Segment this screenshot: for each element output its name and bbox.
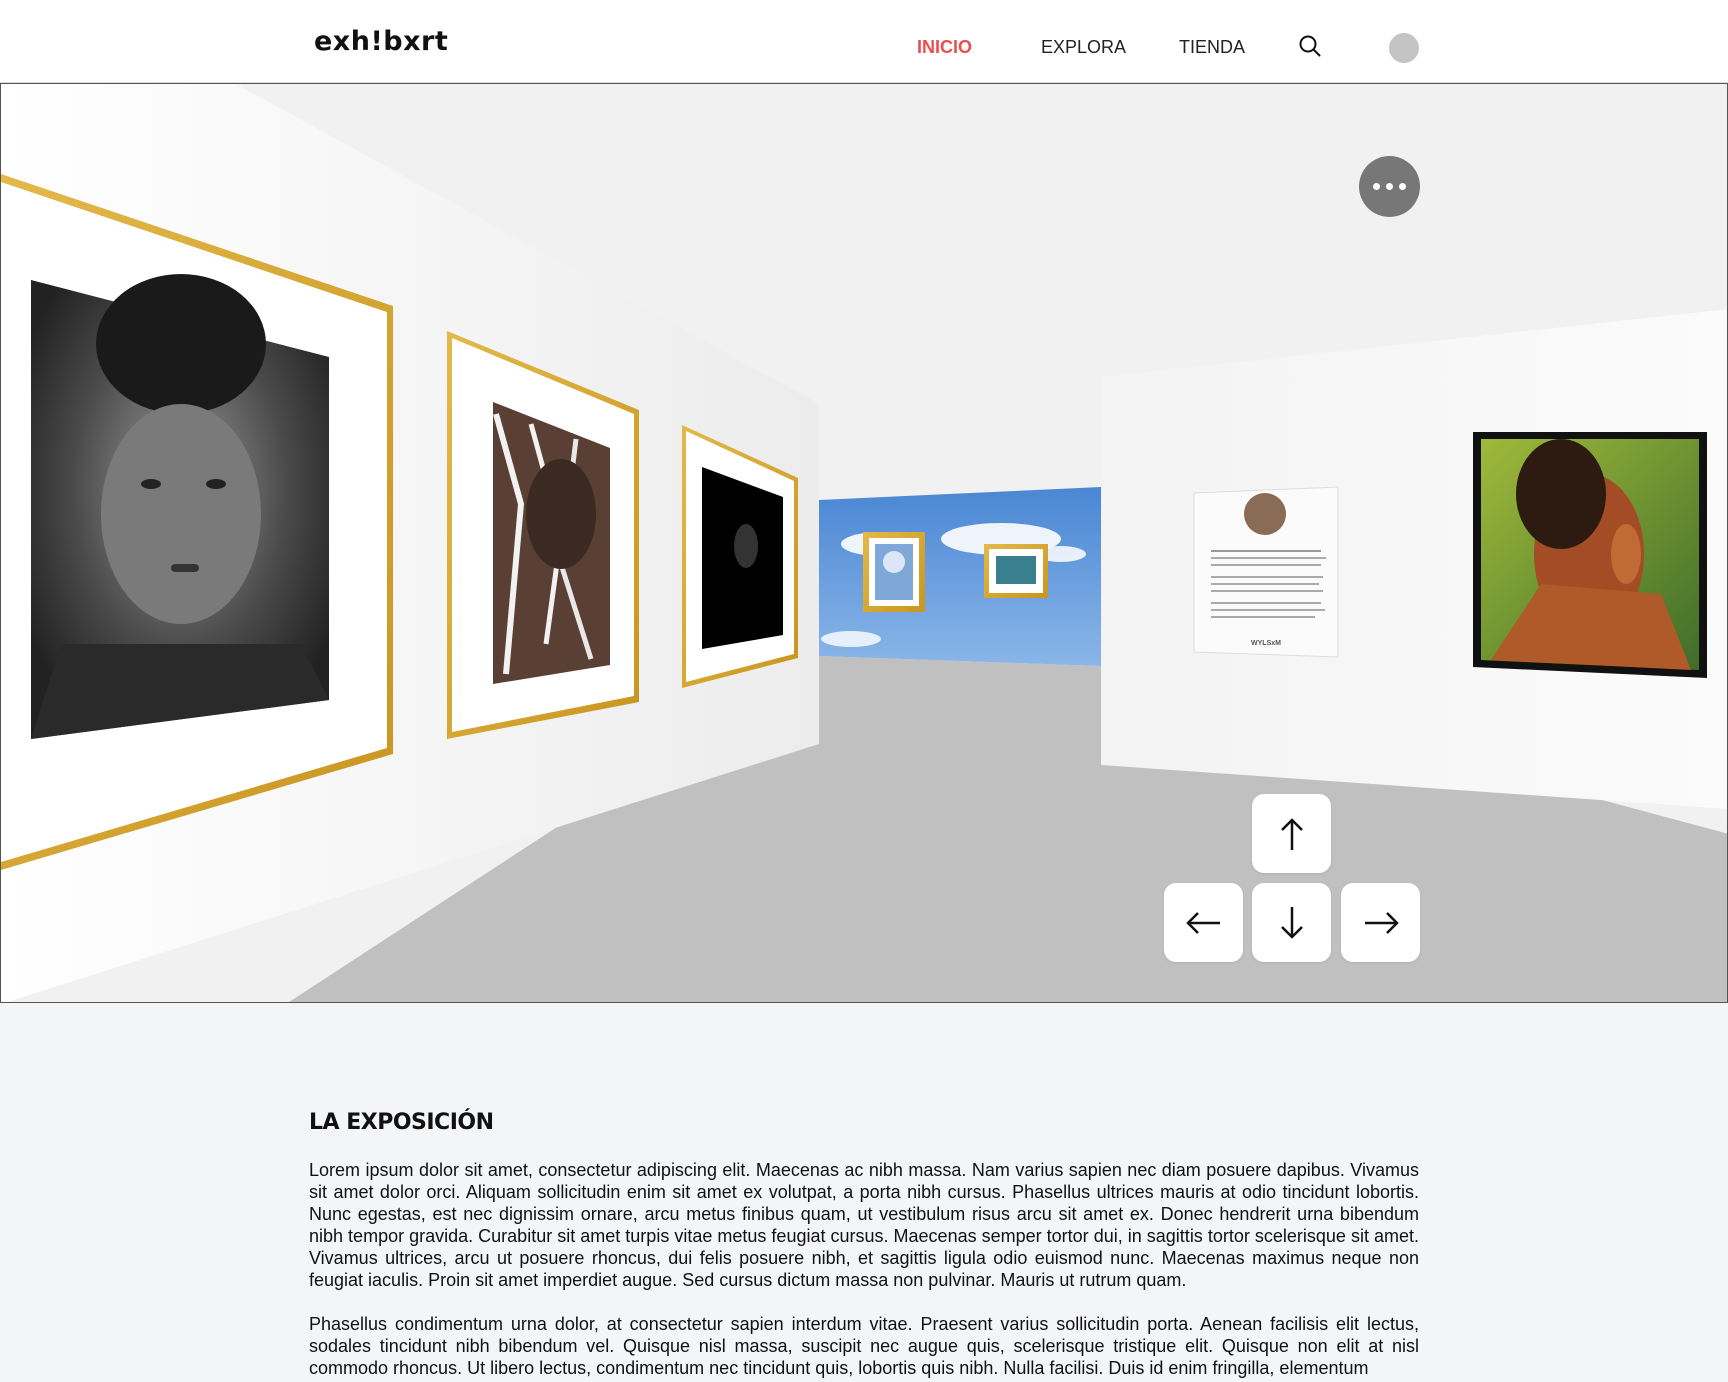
search-icon[interactable] <box>1298 34 1322 58</box>
artwork-back-2[interactable] <box>984 544 1048 598</box>
move-left-button[interactable] <box>1164 883 1243 962</box>
artwork-painting-woman[interactable] <box>1473 432 1707 678</box>
move-right-button[interactable] <box>1341 883 1420 962</box>
info-placard[interactable]: WYLSxM <box>1193 486 1339 658</box>
nav-tienda[interactable]: TIENDA <box>1179 37 1245 58</box>
gallery-scene: WYLSxM <box>1 84 1727 1002</box>
more-dot <box>1386 183 1393 190</box>
description-paragraph: Phasellus condimentum urna dolor, at con… <box>309 1314 1419 1378</box>
description-paragraph: Lorem ipsum dolor sit amet, consectetur … <box>309 1160 1419 1290</box>
move-back-button[interactable] <box>1252 883 1331 962</box>
top-navbar: exh!bxrt INICIO EXPLORA TIENDA <box>0 0 1728 83</box>
arrow-left-icon <box>1185 911 1220 934</box>
move-forward-button[interactable] <box>1252 794 1331 873</box>
section-title: LA EXPOSICIÓN <box>309 1110 494 1135</box>
more-options-button[interactable] <box>1359 156 1420 217</box>
gallery-3d-viewer[interactable]: WYLSxM <box>0 83 1728 1003</box>
arrow-up-icon <box>1280 817 1303 850</box>
more-dot <box>1399 183 1406 190</box>
placard-signature: WYLSxM <box>1251 640 1281 647</box>
user-avatar[interactable] <box>1389 33 1419 63</box>
more-dot <box>1373 183 1380 190</box>
arrow-down-icon <box>1280 906 1303 939</box>
exposicion-section: LA EXPOSICIÓN Lorem ipsum dolor sit amet… <box>309 1110 1419 1382</box>
artwork-back-1[interactable] <box>863 532 925 612</box>
arrow-right-icon <box>1364 911 1399 934</box>
nav-explora[interactable]: EXPLORA <box>1041 37 1126 58</box>
nav-inicio[interactable]: INICIO <box>917 37 972 58</box>
site-logo[interactable]: exh!bxrt <box>314 26 448 57</box>
